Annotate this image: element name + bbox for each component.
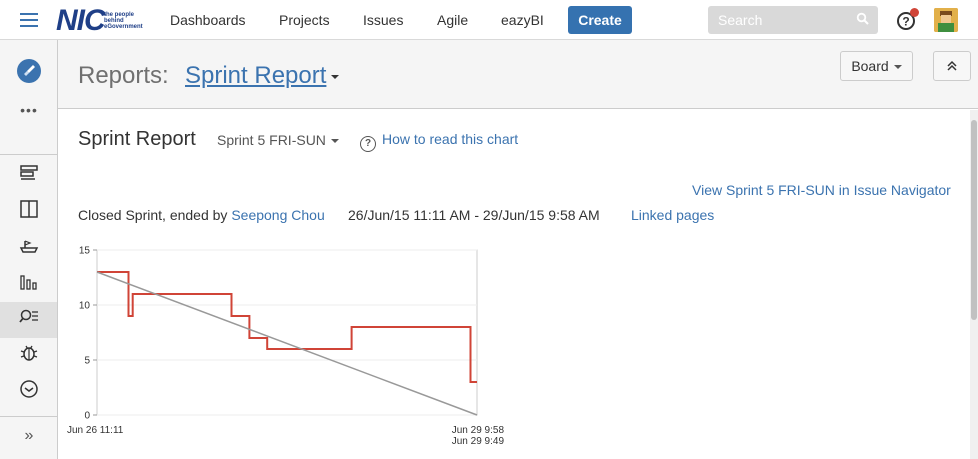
report-selector[interactable]: Sprint Report [185, 62, 340, 90]
bug-icon[interactable] [19, 343, 39, 363]
how-to-read-link[interactable]: ? How to read this chart [360, 131, 518, 152]
create-button[interactable]: Create [568, 6, 632, 34]
search-input[interactable] [708, 6, 878, 34]
y-tick-label: 5 [84, 356, 90, 367]
how-to-read-label: How to read this chart [382, 131, 519, 147]
sprint-status: Closed Sprint, ended by Seepong Chou [78, 207, 325, 223]
nav-eazybi[interactable]: eazyBI [501, 0, 544, 40]
issue-search-icon[interactable] [19, 307, 39, 327]
double-chevron-up-icon [947, 60, 957, 71]
sidebar-divider [0, 154, 57, 155]
board-button-label: Board [851, 58, 889, 74]
nav-dashboards[interactable]: Dashboards [170, 0, 246, 40]
sprint-selector[interactable]: Sprint 5 FRI-SUN [217, 132, 339, 148]
chevron-down-icon [330, 139, 339, 144]
sprint-selector-label: Sprint 5 FRI-SUN [217, 132, 326, 148]
avatar[interactable] [934, 8, 958, 32]
sidebar-divider [0, 416, 57, 417]
view-in-issue-navigator-link[interactable]: View Sprint 5 FRI-SUN in Issue Navigator [692, 182, 951, 198]
logo-text: NIC [56, 4, 106, 37]
releases-icon[interactable] [19, 235, 39, 255]
reports-icon[interactable] [19, 271, 39, 291]
sprint-date-range: 26/Jun/15 11:11 AM - 29/Jun/15 9:58 AM [348, 207, 600, 223]
x-tick-label: Jun 26 11:11 [67, 425, 124, 436]
page-header: Reports: Sprint Report Board [58, 40, 978, 109]
logo[interactable]: NIC the people behind eGovernment [56, 4, 152, 37]
more-icon[interactable]: ••• [19, 103, 39, 117]
scrollbar[interactable] [970, 110, 978, 459]
board-button[interactable]: Board [840, 51, 913, 81]
sprint-burndown-chart: 0 5 10 15 Jun 26 11:11 Jun 29 9:58Jun 29 9:49 [67, 246, 505, 448]
nav-issues[interactable]: Issues [363, 0, 403, 40]
page-title: Sprint Report [78, 128, 196, 150]
help-circle-icon: ? [360, 136, 376, 152]
chevron-down-icon [331, 74, 340, 79]
x-tick-label: Jun 29 9:49 [452, 436, 505, 447]
reports-label: Reports: [78, 62, 169, 89]
y-tick-label: 0 [84, 411, 90, 422]
svg-text:?: ? [902, 15, 909, 29]
scrollbar-thumb[interactable] [971, 120, 977, 320]
menu-icon[interactable] [20, 13, 38, 27]
logo-tagline: the people behind eGovernment [104, 12, 143, 30]
ended-by-user-link[interactable]: Seepong Chou [231, 207, 324, 223]
expand-sidebar-icon[interactable]: » [19, 427, 39, 445]
search-icon[interactable] [856, 12, 870, 26]
collapse-header-button[interactable] [933, 51, 971, 81]
chevron-down-icon [893, 65, 902, 70]
y-tick-label: 10 [79, 301, 91, 312]
board-icon[interactable] [19, 199, 39, 219]
chart-plot-area [96, 249, 478, 416]
clock-icon[interactable] [19, 379, 39, 399]
nav-agile[interactable]: Agile [437, 0, 468, 40]
backlog-icon[interactable] [19, 163, 39, 183]
x-tick-label: Jun 29 9:58 [452, 425, 505, 436]
top-navigation: NIC the people behind eGovernment Dashbo… [0, 0, 978, 40]
notification-badge [910, 8, 919, 17]
nav-projects[interactable]: Projects [279, 0, 330, 40]
y-tick-label: 15 [79, 246, 91, 257]
rocket-icon[interactable] [16, 58, 42, 84]
avatar-icon [934, 8, 958, 32]
sprint-status-text: Closed Sprint, ended by [78, 207, 228, 223]
linked-pages-link[interactable]: Linked pages [631, 207, 714, 223]
project-sidebar: ••• » [0, 40, 58, 459]
report-name[interactable]: Sprint Report [185, 62, 326, 89]
